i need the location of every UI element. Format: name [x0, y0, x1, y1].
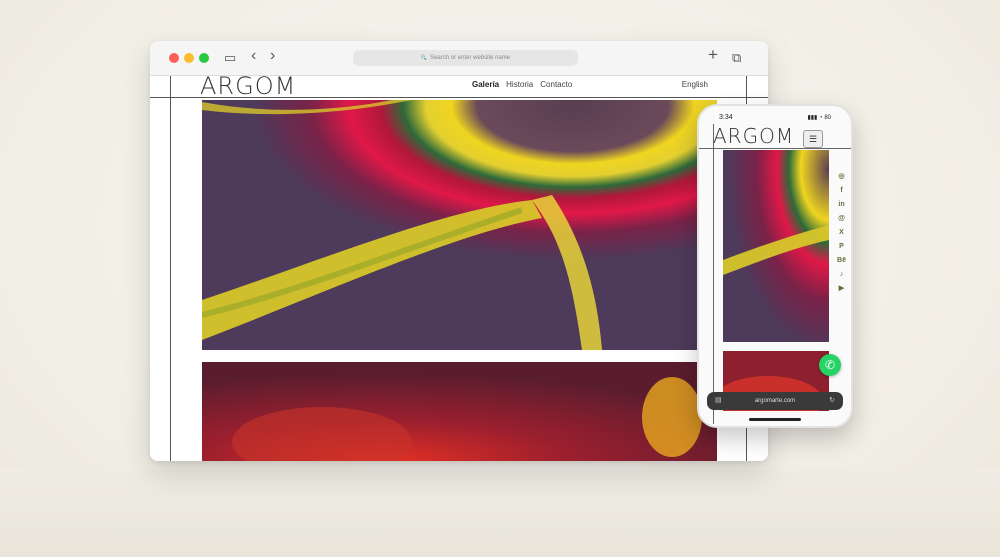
- status-time: 3:34: [719, 114, 733, 121]
- tab-overview-icon[interactable]: ⧉: [732, 50, 741, 66]
- back-icon[interactable]: ‹: [251, 48, 256, 64]
- sidebar-toggle-icon[interactable]: ▭: [224, 50, 236, 66]
- close-window-button[interactable]: [169, 53, 179, 63]
- floor: [0, 470, 1000, 557]
- frame-line: [170, 76, 171, 461]
- linkedin-icon[interactable]: in: [837, 200, 846, 210]
- language-switch[interactable]: English: [682, 80, 708, 89]
- address-placeholder: Search or enter website name: [430, 55, 511, 61]
- main-nav: Galería Historia Contacto: [472, 80, 572, 89]
- address-bar[interactable]: 🔍 Search or enter website name: [353, 50, 578, 66]
- header-divider: [699, 148, 851, 149]
- website-page: ARGOM Galería Historia Contacto English: [150, 72, 768, 461]
- threads-icon[interactable]: @: [837, 214, 846, 224]
- facebook-icon[interactable]: f: [837, 186, 846, 196]
- social-links: ◎ f in @ X P Bē ♪ ▶: [837, 172, 846, 294]
- hamburger-menu-icon[interactable]: ☰: [803, 130, 823, 148]
- phone-site-logo[interactable]: ARGOM: [713, 124, 794, 148]
- desktop-browser-window: ▭ ‹ › 🔍 Search or enter website name + ⧉…: [150, 41, 768, 461]
- home-indicator: [749, 418, 801, 421]
- painting-image: [202, 362, 717, 461]
- nav-link-historia[interactable]: Historia: [506, 80, 533, 89]
- youtube-icon[interactable]: ▶: [837, 284, 846, 294]
- reload-icon[interactable]: ↻: [829, 396, 835, 404]
- forward-icon[interactable]: ›: [270, 48, 275, 64]
- nav-link-contacto[interactable]: Contacto: [540, 80, 572, 89]
- search-icon: 🔍: [420, 55, 428, 61]
- new-tab-icon[interactable]: +: [708, 46, 718, 63]
- reader-icon[interactable]: ▤: [715, 396, 722, 404]
- tiktok-icon[interactable]: ♪: [837, 270, 846, 280]
- gallery-painting-1[interactable]: [202, 100, 717, 350]
- site-logo[interactable]: ARGOM: [200, 72, 296, 100]
- whatsapp-icon[interactable]: ✆: [819, 354, 841, 376]
- painting-image: [202, 100, 717, 350]
- status-icons: ▮▮▮ ◔ 80: [807, 115, 831, 121]
- gallery-painting-2[interactable]: [202, 362, 717, 461]
- x-icon[interactable]: X: [837, 228, 846, 238]
- frame-line: [713, 124, 714, 424]
- nav-link-galeria[interactable]: Galería: [472, 80, 499, 89]
- behance-icon[interactable]: Bē: [837, 256, 846, 266]
- browser-toolbar: ▭ ‹ › 🔍 Search or enter website name + ⧉: [150, 41, 768, 76]
- phone-gallery-painting-1[interactable]: [723, 150, 829, 342]
- painting-image: [723, 150, 829, 342]
- phone-address-bar[interactable]: ▤ argomarte.com ↻: [707, 392, 843, 410]
- pinterest-icon[interactable]: P: [837, 242, 846, 252]
- phone-url-text: argomarte.com: [754, 398, 796, 404]
- instagram-icon[interactable]: ◎: [837, 172, 846, 182]
- maximize-window-button[interactable]: [199, 53, 209, 63]
- minimize-window-button[interactable]: [184, 53, 194, 63]
- mobile-phone-mockup: 3:34 ▮▮▮ ◔ 80 ARGOM ☰ ◎ f in @ X P Bē ♪ …: [697, 104, 853, 428]
